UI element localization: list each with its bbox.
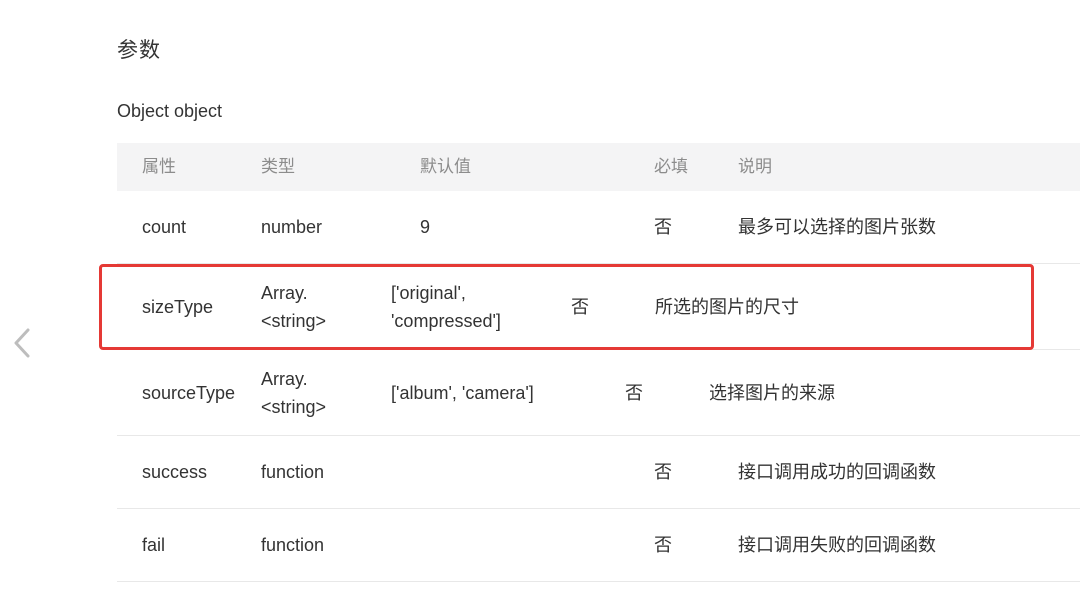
cell-required: 否 [654, 217, 672, 237]
cell-type: Array. <string> [261, 282, 327, 331]
cell-type: number [261, 217, 323, 237]
cell-type: function [261, 535, 325, 555]
cell-name: sourceType [142, 382, 236, 403]
header-property: 属性 [142, 157, 176, 176]
cell-required: 否 [625, 382, 643, 403]
cell-type: Array. <string> [261, 368, 327, 417]
doc-page: 参数 Object object 属性 类型 默认值 必填 说明 count n… [0, 0, 1080, 598]
cell-name: count [142, 217, 187, 237]
cell-name: sizeType [142, 296, 214, 317]
cell-description: 选择图片的来源 [709, 382, 835, 403]
cell-description: 所选的图片的尺寸 [655, 296, 799, 317]
table-row: count number 9 否 最多可以选择的图片张数 [117, 191, 1080, 264]
cell-default: 9 [420, 217, 431, 237]
header-type: 类型 [261, 157, 295, 176]
section-title: 参数 [117, 39, 161, 62]
table-row: success function 否 接口调用成功的回调函数 [117, 436, 1080, 509]
table-header: 属性 类型 默认值 必填 说明 [117, 143, 1080, 191]
cell-description: 最多可以选择的图片张数 [738, 217, 936, 237]
cell-type: function [261, 462, 325, 482]
cell-required: 否 [654, 535, 672, 555]
chevron-left-icon[interactable] [8, 326, 36, 360]
header-default: 默认值 [420, 157, 471, 176]
params-table: 属性 类型 默认值 必填 说明 count number 9 否 最多可以选择的… [117, 143, 1080, 582]
object-label: Object object [117, 101, 223, 121]
cell-default: ['album', 'camera'] [391, 382, 534, 403]
cell-description: 接口调用失败的回调函数 [738, 535, 936, 555]
cell-name: fail [142, 535, 166, 555]
table-row: sourceType Array. <string> ['album', 'cam… [117, 350, 1080, 436]
header-description: 说明 [738, 157, 772, 176]
cell-required: 否 [654, 462, 672, 482]
cell-description: 接口调用成功的回调函数 [738, 462, 936, 482]
header-required: 必填 [654, 157, 688, 176]
cell-required: 否 [571, 296, 589, 317]
cell-default: ['original','compressed'] [391, 282, 501, 331]
table-row: fail function 否 接口调用失败的回调函数 [117, 509, 1080, 582]
cell-name: success [142, 462, 208, 482]
table-row: sizeType Array. <string> ['original','com… [117, 264, 1080, 350]
